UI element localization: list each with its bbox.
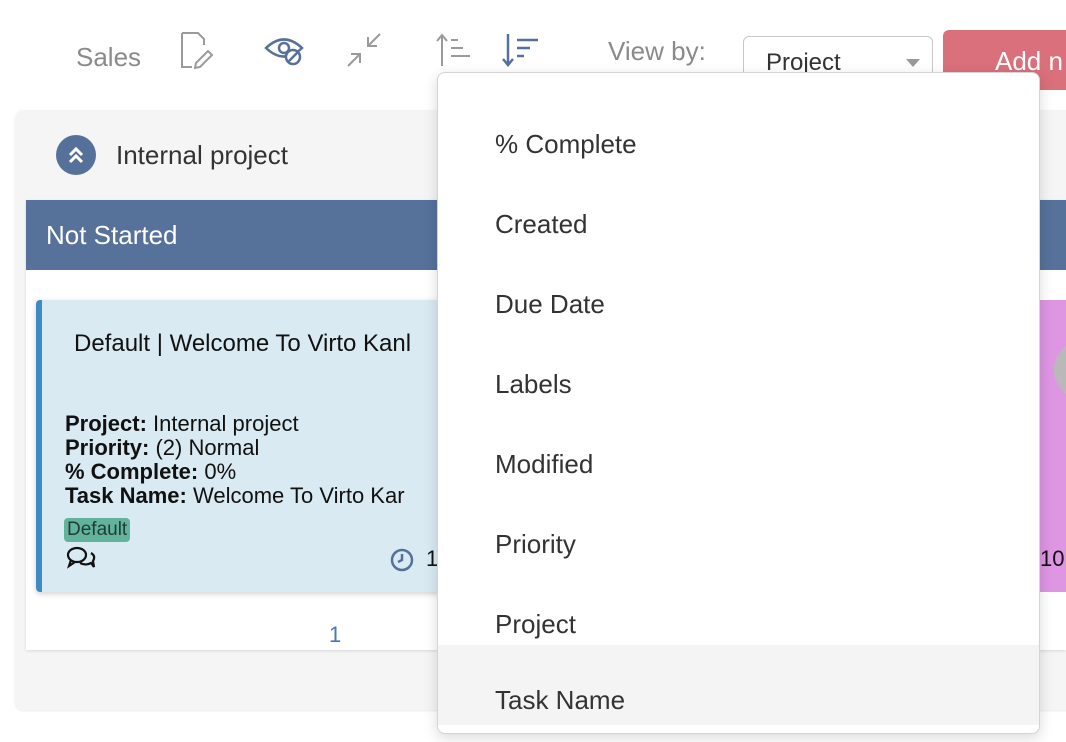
sales-label[interactable]: Sales [76, 42, 141, 73]
field-label: Project: [65, 411, 147, 436]
sort-option-label: Task Name [495, 685, 626, 715]
field-label: Priority: [65, 435, 150, 460]
edit-note-icon[interactable] [172, 28, 216, 72]
sort-option-due-date[interactable]: Due Date [438, 249, 1039, 329]
sort-option-label: Priority [495, 529, 576, 559]
clock-icon [390, 548, 414, 577]
avatar [1054, 340, 1066, 400]
card-due-date: 10 [1040, 546, 1065, 571]
task-card-partial[interactable]: 10 [1040, 300, 1066, 592]
sort-option-percent-complete[interactable]: % Complete [438, 89, 1039, 169]
chevron-down-icon [906, 59, 920, 67]
card-field-task-name: Task Name: Welcome To Virto Kar [65, 484, 405, 508]
column-count-link[interactable]: 1 [329, 622, 341, 648]
sort-option-label: Labels [495, 369, 572, 399]
card-fields: Project: Internal project Priority: (2) … [65, 412, 405, 508]
field-value: Welcome To Virto Kar [193, 483, 405, 508]
comments-icon[interactable] [66, 546, 96, 575]
sort-option-project[interactable]: Project [438, 569, 1039, 649]
group-title: Internal project [116, 140, 288, 170]
sort-descending-icon[interactable] [498, 28, 542, 72]
card-field-project: Project: Internal project [65, 412, 405, 436]
sort-option-labels[interactable]: Labels [438, 329, 1039, 409]
sort-option-label: Project [495, 609, 576, 639]
sort-option-task-name[interactable]: Task Name [438, 645, 1039, 725]
eye-off-icon[interactable] [262, 28, 306, 72]
field-value: Internal project [153, 411, 299, 436]
card-field-complete: % Complete: 0% [65, 460, 405, 484]
view-by-label: View by: [608, 36, 706, 66]
field-value: (2) Normal [155, 435, 260, 460]
sort-option-priority[interactable]: Priority [438, 489, 1039, 569]
sort-option-label: Created [495, 209, 588, 239]
field-value: 0% [204, 459, 237, 484]
sort-option-label: Due Date [495, 289, 605, 319]
card-title: Default | Welcome To Virto Kanl [74, 330, 412, 357]
card-label-tag: Default [64, 518, 131, 542]
column-title: Not Started [46, 220, 178, 250]
collapse-arrows-icon[interactable] [342, 28, 386, 72]
task-card[interactable]: Default | Welcome To Virto Kanl Project:… [36, 300, 466, 592]
field-label: % Complete: [65, 459, 199, 484]
sort-option-created[interactable]: Created [438, 169, 1039, 249]
card-field-priority: Priority: (2) Normal [65, 436, 405, 460]
sort-ascending-icon[interactable] [432, 28, 476, 72]
sort-option-modified[interactable]: Modified [438, 409, 1039, 489]
chevron-double-up-icon[interactable] [56, 135, 96, 175]
sort-by-dropdown-menu: % Complete Created Due Date Labels Modif… [437, 72, 1040, 734]
sort-option-label: Modified [495, 449, 594, 479]
field-label: Task Name: [65, 483, 187, 508]
sort-option-label: % Complete [495, 129, 637, 159]
